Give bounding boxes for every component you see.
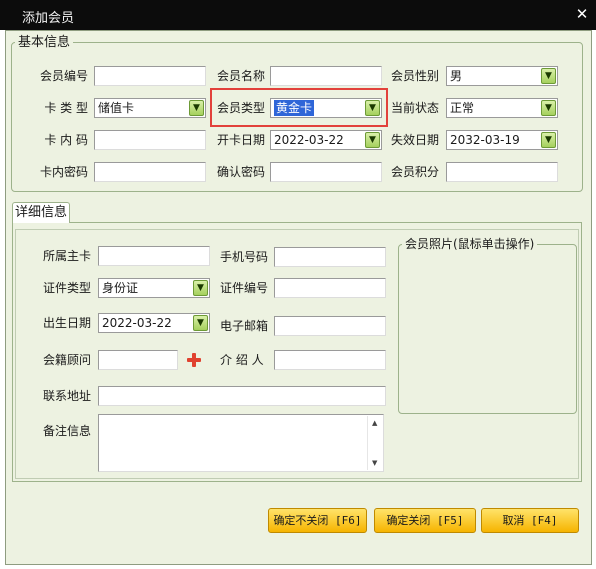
- main-card-input[interactable]: [98, 246, 210, 266]
- confirm-keep-open-button[interactable]: 确定不关闭 [F6]: [268, 508, 367, 533]
- scroll-down-icon[interactable]: ▼: [372, 459, 377, 467]
- advisor-input[interactable]: [98, 350, 178, 370]
- member-gender-select[interactable]: 男 ▼: [446, 66, 558, 86]
- current-status-select[interactable]: 正常 ▼: [446, 98, 558, 118]
- member-points-input[interactable]: [446, 162, 558, 182]
- chevron-down-icon[interactable]: ▼: [193, 315, 208, 331]
- chevron-down-icon[interactable]: ▼: [365, 132, 380, 148]
- chevron-down-icon[interactable]: ▼: [189, 100, 204, 116]
- referrer-label: 介 绍 人: [220, 353, 264, 367]
- plus-icon[interactable]: [186, 352, 202, 368]
- member-name-label: 会员名称: [217, 69, 266, 83]
- address-input[interactable]: [98, 386, 386, 406]
- open-date-label: 开卡日期: [217, 133, 266, 147]
- current-status-value: 正常: [450, 101, 475, 115]
- address-label: 联系地址: [43, 389, 92, 403]
- tab-detail-info[interactable]: 详细信息: [12, 202, 70, 223]
- email-input[interactable]: [274, 316, 386, 336]
- main-card-label: 所属主卡: [43, 249, 92, 263]
- member-points-label: 会员积分: [391, 165, 440, 179]
- phone-input[interactable]: [274, 247, 386, 267]
- current-status-label: 当前状态: [391, 101, 440, 115]
- member-name-input[interactable]: [270, 66, 382, 86]
- birth-date-label: 出生日期: [43, 316, 92, 330]
- open-date-value: 2022-03-22: [274, 133, 344, 147]
- card-inner-code-input[interactable]: [94, 130, 206, 150]
- referrer-input[interactable]: [274, 350, 386, 370]
- member-type-value: 黄金卡: [274, 100, 315, 116]
- birth-date-picker[interactable]: 2022-03-22 ▼: [98, 313, 210, 333]
- open-date-picker[interactable]: 2022-03-22 ▼: [270, 130, 382, 150]
- card-password-label: 卡内密码: [39, 165, 88, 179]
- expire-date-picker[interactable]: 2032-03-19 ▼: [446, 130, 558, 150]
- chevron-down-icon[interactable]: ▼: [541, 132, 556, 148]
- expire-date-label: 失效日期: [391, 133, 440, 147]
- member-type-select[interactable]: 黄金卡 ▼: [270, 98, 382, 118]
- advisor-label: 会籍顾问: [43, 353, 92, 367]
- card-type-select[interactable]: 储值卡 ▼: [94, 98, 206, 118]
- chevron-down-icon[interactable]: ▼: [365, 100, 380, 116]
- scroll-up-icon[interactable]: ▲: [372, 419, 377, 427]
- card-inner-code-label: 卡 内 码: [44, 133, 88, 147]
- email-label: 电子邮箱: [220, 319, 269, 333]
- card-type-label: 卡 类 型: [44, 101, 88, 115]
- id-number-label: 证件编号: [220, 281, 269, 295]
- cancel-button[interactable]: 取消 [F4]: [481, 508, 579, 533]
- confirm-password-label: 确认密码: [217, 165, 266, 179]
- id-type-select[interactable]: 身份证 ▼: [98, 278, 210, 298]
- member-gender-label: 会员性别: [391, 69, 440, 83]
- member-no-label: 会员编号: [39, 69, 88, 83]
- chevron-down-icon[interactable]: ▼: [193, 280, 208, 296]
- notes-scrollbar[interactable]: ▲ ▼: [367, 416, 383, 470]
- card-type-value: 储值卡: [98, 101, 135, 115]
- id-type-value: 身份证: [102, 281, 139, 295]
- birth-date-value: 2022-03-22: [102, 316, 172, 330]
- confirm-close-button[interactable]: 确定关闭 [F5]: [374, 508, 476, 533]
- notes-textarea[interactable]: [98, 414, 384, 472]
- close-icon[interactable]: ✕: [573, 5, 591, 23]
- title-bar: [0, 0, 596, 30]
- phone-label: 手机号码: [220, 250, 269, 264]
- chevron-down-icon[interactable]: ▼: [541, 68, 556, 84]
- member-type-label: 会员类型: [217, 101, 266, 115]
- notes-label: 备注信息: [43, 424, 92, 438]
- member-no-input[interactable]: [94, 66, 206, 86]
- member-photo-area[interactable]: [398, 244, 577, 414]
- card-password-input[interactable]: [94, 162, 206, 182]
- basic-info-legend: 基本信息: [15, 35, 74, 50]
- member-gender-value: 男: [450, 69, 463, 83]
- chevron-down-icon[interactable]: ▼: [541, 100, 556, 116]
- member-photo-legend: 会员照片(鼠标单击操作): [402, 237, 538, 252]
- id-type-label: 证件类型: [43, 281, 92, 295]
- window-title: 添加会员: [22, 11, 75, 26]
- confirm-password-input[interactable]: [270, 162, 382, 182]
- expire-date-value: 2032-03-19: [450, 133, 520, 147]
- id-number-input[interactable]: [274, 278, 386, 298]
